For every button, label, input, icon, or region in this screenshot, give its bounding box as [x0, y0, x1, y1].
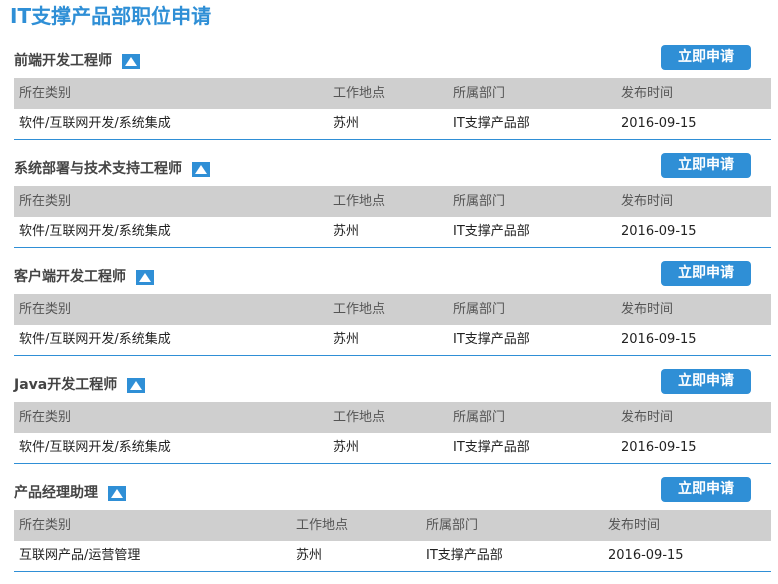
job-header: 客户端开发工程师 立即申请 — [14, 260, 771, 294]
table-header-row: 所在类别 工作地点 所属部门 发布时间 — [14, 186, 771, 217]
header-department: 所属部门 — [453, 410, 506, 425]
job-title: 产品经理助理 — [14, 484, 126, 502]
job-section: 客户端开发工程师 立即申请 所在类别 工作地点 所属部门 发布时间 软件/互联网… — [14, 260, 771, 368]
header-location: 工作地点 — [333, 302, 386, 317]
cell-department: IT支撑产品部 — [426, 548, 503, 563]
table-row: 软件/互联网开发/系统集成 苏州 IT支撑产品部 2016-09-15 — [14, 325, 771, 356]
page-title: IT支撑产品部职位申请 — [10, 4, 212, 28]
job-info-table: 所在类别 工作地点 所属部门 发布时间 软件/互联网开发/系统集成 苏州 IT支… — [14, 294, 771, 356]
table-row: 互联网产品/运营管理 苏州 IT支撑产品部 2016-09-15 — [14, 541, 771, 572]
job-header: 前端开发工程师 立即申请 — [14, 44, 771, 78]
table-header-row: 所在类别 工作地点 所属部门 发布时间 — [14, 294, 771, 325]
header-department: 所属部门 — [453, 302, 506, 317]
cell-category: 软件/互联网开发/系统集成 — [19, 440, 171, 455]
job-title: 客户端开发工程师 — [14, 268, 154, 286]
job-header: 产品经理助理 立即申请 — [14, 476, 771, 510]
collapse-toggle-icon[interactable] — [108, 485, 126, 501]
table-row: 软件/互联网开发/系统集成 苏州 IT支撑产品部 2016-09-15 — [14, 433, 771, 464]
collapse-toggle-icon[interactable] — [192, 161, 210, 177]
cell-department: IT支撑产品部 — [453, 224, 530, 239]
collapse-toggle-icon[interactable] — [136, 269, 154, 285]
header-date: 发布时间 — [621, 86, 674, 101]
header-location: 工作地点 — [333, 194, 386, 209]
job-section: 产品经理助理 立即申请 所在类别 工作地点 所属部门 发布时间 互联网产品/运营… — [14, 476, 771, 584]
job-title: 系统部署与技术支持工程师 — [14, 160, 210, 178]
cell-date: 2016-09-15 — [621, 332, 697, 347]
job-title: 前端开发工程师 — [14, 52, 140, 70]
job-header: Java开发工程师 立即申请 — [14, 368, 771, 402]
table-row: 软件/互联网开发/系统集成 苏州 IT支撑产品部 2016-09-15 — [14, 109, 771, 140]
apply-button[interactable]: 立即申请 — [661, 477, 751, 502]
cell-category: 软件/互联网开发/系统集成 — [19, 116, 171, 131]
cell-category: 软件/互联网开发/系统集成 — [19, 332, 171, 347]
cell-location: 苏州 — [333, 440, 360, 455]
apply-button[interactable]: 立即申请 — [661, 45, 751, 70]
job-info-table: 所在类别 工作地点 所属部门 发布时间 软件/互联网开发/系统集成 苏州 IT支… — [14, 186, 771, 248]
job-section: 系统部署与技术支持工程师 立即申请 所在类别 工作地点 所属部门 发布时间 软件… — [14, 152, 771, 260]
cell-date: 2016-09-15 — [621, 440, 697, 455]
job-title-text: 客户端开发工程师 — [14, 269, 126, 285]
cell-category: 软件/互联网开发/系统集成 — [19, 224, 171, 239]
job-section: 前端开发工程师 立即申请 所在类别 工作地点 所属部门 发布时间 软件/互联网开… — [14, 44, 771, 152]
job-title-text: 系统部署与技术支持工程师 — [14, 161, 182, 177]
collapse-toggle-icon[interactable] — [122, 53, 140, 69]
header-location: 工作地点 — [333, 86, 386, 101]
apply-button[interactable]: 立即申请 — [661, 369, 751, 394]
job-title-text: 前端开发工程师 — [14, 53, 112, 69]
table-header-row: 所在类别 工作地点 所属部门 发布时间 — [14, 402, 771, 433]
table-header-row: 所在类别 工作地点 所属部门 发布时间 — [14, 78, 771, 109]
job-info-table: 所在类别 工作地点 所属部门 发布时间 软件/互联网开发/系统集成 苏州 IT支… — [14, 78, 771, 140]
cell-location: 苏州 — [333, 224, 360, 239]
cell-date: 2016-09-15 — [608, 548, 684, 563]
header-date: 发布时间 — [621, 194, 674, 209]
cell-location: 苏州 — [333, 116, 360, 131]
header-department: 所属部门 — [426, 518, 479, 533]
header-department: 所属部门 — [453, 86, 506, 101]
header-category: 所在类别 — [19, 302, 72, 317]
header-location: 工作地点 — [296, 518, 349, 533]
apply-button[interactable]: 立即申请 — [661, 153, 751, 178]
job-header: 系统部署与技术支持工程师 立即申请 — [14, 152, 771, 186]
cell-department: IT支撑产品部 — [453, 116, 530, 131]
cell-category: 互联网产品/运营管理 — [19, 548, 141, 563]
job-title: Java开发工程师 — [14, 376, 146, 394]
job-info-table: 所在类别 工作地点 所属部门 发布时间 互联网产品/运营管理 苏州 IT支撑产品… — [14, 510, 771, 572]
job-info-table: 所在类别 工作地点 所属部门 发布时间 软件/互联网开发/系统集成 苏州 IT支… — [14, 402, 771, 464]
table-row: 软件/互联网开发/系统集成 苏州 IT支撑产品部 2016-09-15 — [14, 217, 771, 248]
header-department: 所属部门 — [453, 194, 506, 209]
cell-date: 2016-09-15 — [621, 116, 697, 131]
cell-department: IT支撑产品部 — [453, 440, 530, 455]
header-date: 发布时间 — [621, 410, 674, 425]
header-date: 发布时间 — [621, 302, 674, 317]
header-category: 所在类别 — [19, 194, 72, 209]
table-header-row: 所在类别 工作地点 所属部门 发布时间 — [14, 510, 771, 541]
header-location: 工作地点 — [333, 410, 386, 425]
cell-location: 苏州 — [296, 548, 323, 563]
job-title-text: Java开发工程师 — [14, 377, 118, 393]
header-category: 所在类别 — [19, 518, 72, 533]
cell-date: 2016-09-15 — [621, 224, 697, 239]
cell-location: 苏州 — [333, 332, 360, 347]
apply-button[interactable]: 立即申请 — [661, 261, 751, 286]
cell-department: IT支撑产品部 — [453, 332, 530, 347]
collapse-toggle-icon[interactable] — [127, 377, 146, 393]
header-date: 发布时间 — [608, 518, 661, 533]
job-section: Java开发工程师 立即申请 所在类别 工作地点 所属部门 发布时间 软件/互联… — [14, 368, 771, 476]
header-category: 所在类别 — [19, 410, 72, 425]
header-category: 所在类别 — [19, 86, 72, 101]
job-title-text: 产品经理助理 — [14, 485, 98, 501]
